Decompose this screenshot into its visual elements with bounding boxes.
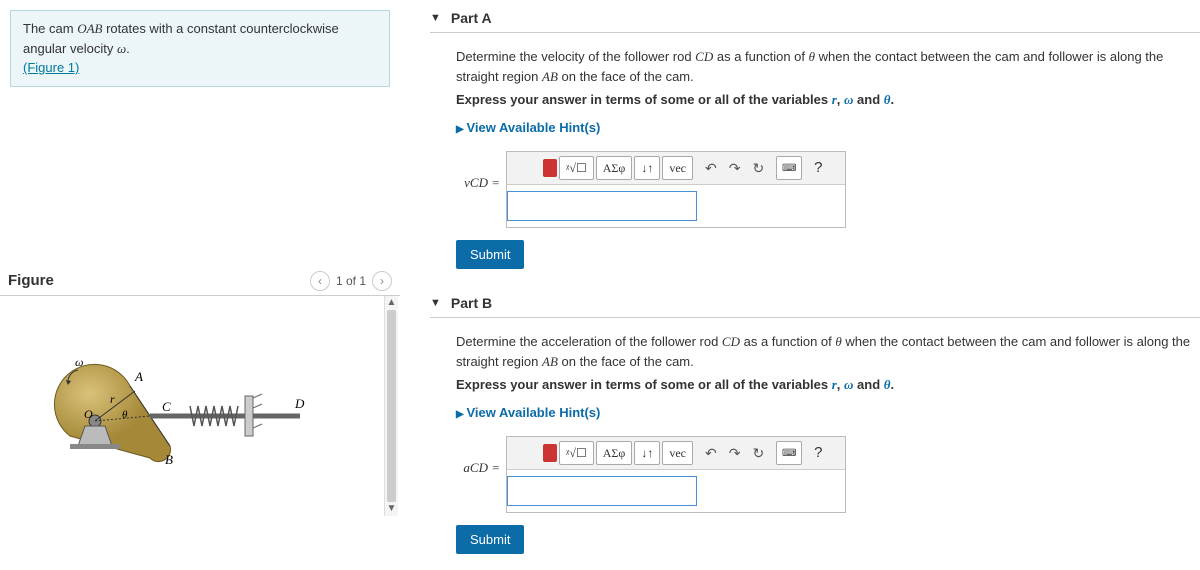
label-C: C [162,399,171,414]
scroll-thumb[interactable] [387,310,396,502]
label-A: A [134,369,143,384]
label-theta: θ [122,409,128,421]
problem-text: The cam [23,21,77,36]
reset-button[interactable]: ↻ [752,158,764,179]
part-a-answer-input[interactable] [507,191,697,221]
sqrt-button[interactable]: ᵡ√☐ [559,441,594,465]
figure-link[interactable]: (Figure 1) [23,60,79,75]
part-b-answer-box: ᵡ√☐ ΑΣφ ↓↑ vec ↶ ↷ ↻ ⌨ ? [506,436,846,513]
figure-title: Figure [8,272,54,289]
part-a-submit-button[interactable]: Submit [456,240,524,269]
cam-diagram: ω A O r θ B C D [40,336,340,476]
part-b-answer-label: aCD = [456,458,506,478]
reset-button[interactable]: ↻ [752,443,764,464]
part-a-header[interactable]: ▼ Part A [430,0,1200,33]
redo-button[interactable]: ↷ [729,158,741,179]
problem-omega: ω [117,41,126,56]
figure-scrollbar[interactable]: ▲ ▼ [384,296,398,516]
problem-OAB: OAB [77,21,102,36]
caret-down-icon: ▼ [430,12,441,24]
part-a-title: Part A [451,10,492,26]
part-a-hints-link[interactable]: View Available Hint(s) [456,120,600,135]
problem-statement: The cam OAB rotates with a constant coun… [10,10,390,87]
figure-nav-label: 1 of 1 [336,274,366,288]
figure-prev-button[interactable]: ‹ [310,271,330,291]
undo-button[interactable]: ↶ [705,158,717,179]
figure-area: ω A O r θ B C D ▲ ▼ [0,296,400,516]
scroll-down-icon[interactable]: ▼ [385,502,398,516]
label-B: B [165,452,173,467]
label-omega: ω [75,355,83,369]
part-b-submit-button[interactable]: Submit [456,525,524,554]
part-b-hints-link[interactable]: View Available Hint(s) [456,405,600,420]
help-button[interactable]: ? [814,157,822,180]
part-b-title: Part B [451,295,492,311]
part-a-toolbar: ᵡ√☐ ΑΣφ ↓↑ vec ↶ ↷ ↻ ⌨ ? [507,152,845,185]
scroll-up-icon[interactable]: ▲ [385,296,398,310]
greek-button[interactable]: ΑΣφ [596,156,633,180]
label-O: O [84,407,93,421]
undo-button[interactable]: ↶ [705,443,717,464]
label-D: D [294,396,305,411]
template-icon[interactable] [543,444,557,462]
caret-down-icon: ▼ [430,297,441,309]
greek-button[interactable]: ΑΣφ [596,441,633,465]
part-a-body: Determine the velocity of the follower r… [430,33,1200,285]
subsup-button[interactable]: ↓↑ [634,156,660,180]
subsup-button[interactable]: ↓↑ [634,441,660,465]
part-b-header[interactable]: ▼ Part B [430,285,1200,318]
figure-header: Figure ‹ 1 of 1 › [0,267,400,296]
keyboard-button[interactable]: ⌨ [776,156,802,180]
part-b-body: Determine the acceleration of the follow… [430,318,1200,570]
redo-button[interactable]: ↷ [729,443,741,464]
part-b-answer-input[interactable] [507,476,697,506]
part-b-toolbar: ᵡ√☐ ΑΣφ ↓↑ vec ↶ ↷ ↻ ⌨ ? [507,437,845,470]
keyboard-button[interactable]: ⌨ [776,441,802,465]
label-r: r [110,392,115,406]
part-a-answer-label: vCD = [456,173,506,193]
vec-button[interactable]: vec [662,441,693,465]
vec-button[interactable]: vec [662,156,693,180]
help-button[interactable]: ? [814,442,822,465]
figure-next-button[interactable]: › [372,271,392,291]
template-icon[interactable] [543,159,557,177]
sqrt-button[interactable]: ᵡ√☐ [559,156,594,180]
part-a-answer-box: ᵡ√☐ ΑΣφ ↓↑ vec ↶ ↷ ↻ ⌨ ? [506,151,846,228]
